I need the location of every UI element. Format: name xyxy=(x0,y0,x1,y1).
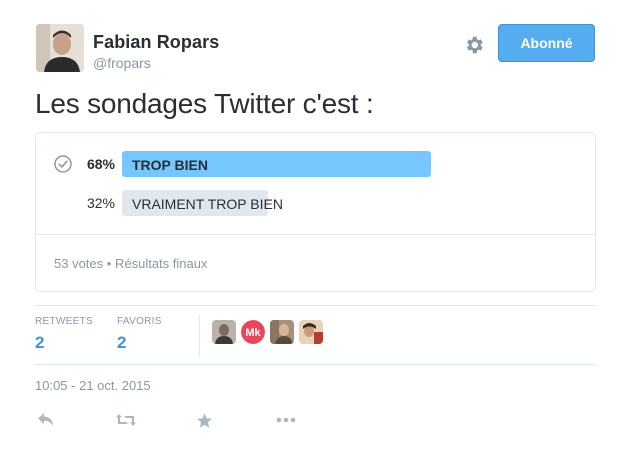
favorites-label: FAVORIS xyxy=(117,316,162,327)
favoriter-avatar-text: Mk xyxy=(245,327,261,339)
favoriter-avatar[interactable] xyxy=(270,320,294,344)
favoriter-avatar[interactable] xyxy=(212,320,236,344)
poll-separator: • xyxy=(106,256,112,271)
retweet-icon[interactable] xyxy=(115,410,137,430)
retweets-label: RETWEETS xyxy=(35,316,93,327)
favoriter-avatar[interactable]: Mk xyxy=(241,320,265,344)
favorites-stat[interactable]: FAVORIS 2 xyxy=(117,316,162,353)
reply-icon[interactable] xyxy=(35,410,57,430)
retweets-stat[interactable]: RETWEETS 2 xyxy=(35,316,93,353)
tweet-text: Les sondages Twitter c'est : xyxy=(35,88,374,119)
favorites-count[interactable]: 2 xyxy=(117,333,162,353)
tweet-actions xyxy=(35,410,335,432)
poll-status: Résultats finaux xyxy=(114,256,208,271)
star-icon[interactable] xyxy=(193,410,215,430)
poll-footer: 53 votes • Résultats finaux xyxy=(54,256,207,271)
avatar[interactable] xyxy=(36,24,84,72)
poll-option-label: TROP BIEN xyxy=(132,157,208,173)
tweet-timestamp[interactable]: 10:05 - 21 oct. 2015 xyxy=(35,378,151,393)
follow-button[interactable]: Abonné xyxy=(498,24,595,62)
user-handle[interactable]: @fropars xyxy=(93,55,151,71)
tweet-stats: RETWEETS 2 FAVORIS 2 Mk xyxy=(35,305,596,365)
check-circle-icon xyxy=(54,155,72,173)
gear-icon[interactable] xyxy=(463,34,485,56)
user-name[interactable]: Fabian Ropars xyxy=(93,32,219,53)
poll-option-label: VRAIMENT TROP BIEN xyxy=(132,196,283,212)
poll-card: 68% TROP BIEN 32% VRAIMENT TROP BIEN 53 … xyxy=(35,132,596,292)
poll-option-1: 68% TROP BIEN xyxy=(36,151,595,177)
poll-option-percent: 68% xyxy=(86,156,115,172)
retweets-count[interactable]: 2 xyxy=(35,333,93,353)
favoriter-avatar[interactable] xyxy=(299,320,323,344)
poll-votes: 53 votes xyxy=(54,256,104,271)
tweet-header: Fabian Ropars @fropars Abonné xyxy=(36,24,596,76)
poll-divider xyxy=(36,234,595,235)
poll-option-2: 32% VRAIMENT TROP BIEN xyxy=(36,190,595,216)
poll-option-percent: 32% xyxy=(86,195,115,211)
more-icon[interactable] xyxy=(275,410,297,430)
stats-divider xyxy=(199,314,200,356)
